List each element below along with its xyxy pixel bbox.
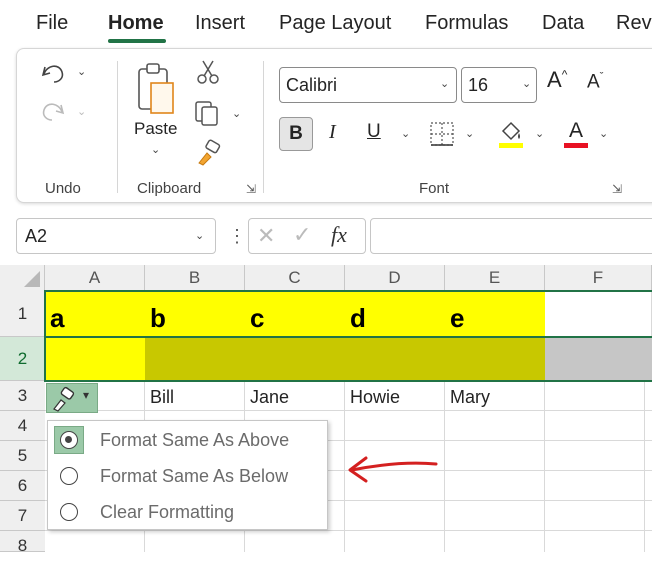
radio-icon <box>60 431 78 449</box>
cell-d3[interactable]: Howie <box>350 387 400 408</box>
insert-function-icon[interactable]: fx <box>331 222 347 248</box>
cut-icon[interactable] <box>195 59 221 85</box>
chevron-down-icon[interactable]: ⌄ <box>465 127 474 140</box>
undo-icon[interactable] <box>39 59 67 85</box>
paintbrush-icon <box>51 386 77 412</box>
font-group-label: Font <box>419 180 450 197</box>
cell-b3[interactable]: Bill <box>150 387 174 408</box>
column-header-f[interactable]: F <box>545 265 652 291</box>
chevron-down-icon: ⌄ <box>522 78 532 90</box>
tab-home[interactable]: Home <box>108 12 164 35</box>
row-header-8[interactable]: 8 <box>0 531 45 555</box>
radio-icon <box>60 467 78 485</box>
cancel-icon[interactable]: ✕ <box>257 223 275 249</box>
grow-font-button[interactable]: A^ <box>547 67 577 101</box>
column-header-a[interactable]: A <box>45 265 145 291</box>
ribbon: ⌄ ⌄ Undo Paste ⌄ ⌄ Clipboard ⇲ Calibri ⌄… <box>16 48 652 203</box>
row-header-5[interactable]: 5 <box>0 441 45 471</box>
format-painter-icon[interactable] <box>195 139 223 167</box>
borders-icon[interactable] <box>429 121 455 147</box>
fill-color-icon[interactable] <box>497 119 525 149</box>
tab-insert[interactable]: Insert <box>195 12 245 35</box>
tab-review[interactable]: Revi <box>616 12 652 35</box>
group-divider <box>263 61 264 193</box>
dialog-launcher-icon[interactable]: ⇲ <box>246 182 256 196</box>
chevron-down-icon[interactable]: ⌄ <box>232 107 241 120</box>
redo-icon[interactable] <box>39 97 67 123</box>
chevron-down-icon[interactable]: ⌄ <box>77 65 86 78</box>
font-name-select[interactable]: Calibri ⌄ <box>279 67 457 103</box>
chevron-down-icon[interactable]: ⌄ <box>195 229 204 242</box>
dialog-launcher-icon[interactable]: ⇲ <box>612 182 622 196</box>
chevron-down-icon: ▾ <box>83 388 90 402</box>
font-color-icon[interactable]: A <box>562 119 590 149</box>
tab-page-layout[interactable]: Page Layout <box>279 12 391 35</box>
select-all-corner[interactable] <box>0 265 45 291</box>
option-format-same-as-below[interactable]: Format Same As Below <box>48 458 329 494</box>
font-size-select[interactable]: 16 ⌄ <box>461 67 537 103</box>
annotation-arrow-icon <box>342 448 442 488</box>
radio-icon <box>60 503 78 521</box>
column-header-e[interactable]: E <box>445 265 545 291</box>
underline-button[interactable]: U <box>367 121 387 151</box>
tab-data[interactable]: Data <box>542 12 584 35</box>
chevron-down-icon[interactable]: ⌄ <box>401 127 410 140</box>
formula-input[interactable] <box>370 218 652 254</box>
undo-group-label: Undo <box>45 180 81 197</box>
name-box[interactable]: A2 ⌄ <box>16 218 216 254</box>
cell-c3[interactable]: Jane <box>250 387 289 408</box>
tab-file[interactable]: File <box>36 12 68 35</box>
enter-icon[interactable]: ✓ <box>293 222 311 248</box>
more-options-icon[interactable]: ⋮ <box>228 226 246 246</box>
column-header-d[interactable]: D <box>345 265 445 291</box>
clipboard-group-label: Clipboard <box>137 180 202 197</box>
cell-e3[interactable]: Mary <box>450 387 490 408</box>
option-format-same-as-above[interactable]: Format Same As Above <box>48 422 329 458</box>
chevron-down-icon[interactable]: ⌄ <box>535 127 544 140</box>
insert-options-button[interactable]: ▾ <box>46 383 98 413</box>
insert-options-menu: Format Same As Above Format Same As Belo… <box>47 420 328 530</box>
copy-icon[interactable] <box>193 99 221 127</box>
chevron-down-icon: ⌄ <box>440 78 450 90</box>
group-divider <box>117 61 118 193</box>
column-header-c[interactable]: C <box>245 265 345 291</box>
chevron-down-icon[interactable]: ⌄ <box>599 127 608 140</box>
option-clear-formatting[interactable]: Clear Formatting <box>48 494 329 530</box>
tab-formulas[interactable]: Formulas <box>425 12 508 35</box>
paste-icon[interactable] <box>135 59 179 115</box>
row-header-4[interactable]: 4 <box>0 411 45 441</box>
row-header-2[interactable]: 2 <box>0 337 45 381</box>
row-2-selection <box>44 336 652 382</box>
row-header-7[interactable]: 7 <box>0 501 45 531</box>
row-header-1[interactable]: 1 <box>0 291 45 337</box>
italic-button[interactable]: I <box>329 121 349 151</box>
paste-label[interactable]: Paste <box>134 119 177 139</box>
ribbon-tabs: File Home Insert Page Layout Formulas Da… <box>0 0 652 46</box>
chevron-down-icon[interactable]: ⌄ <box>77 105 86 118</box>
column-header-b[interactable]: B <box>145 265 245 291</box>
bold-button[interactable]: B <box>279 117 313 151</box>
row-header-6[interactable]: 6 <box>0 471 45 501</box>
row-1-marquee <box>44 290 652 338</box>
shrink-font-button[interactable]: Aˇ <box>587 71 617 101</box>
chevron-down-icon[interactable]: ⌄ <box>151 143 160 156</box>
formula-controls: ✕ ✓ fx <box>248 218 366 254</box>
active-tab-indicator <box>108 39 166 43</box>
row-header-3[interactable]: 3 <box>0 381 45 411</box>
